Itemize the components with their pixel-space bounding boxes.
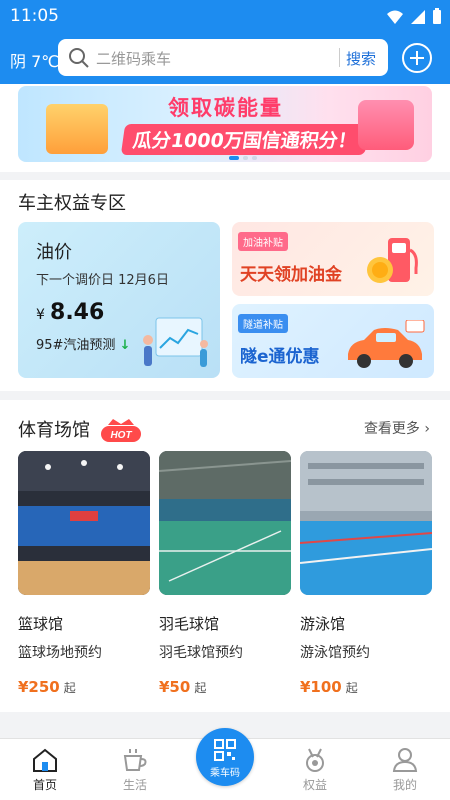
banner-headline: 领取碳能量 — [168, 96, 283, 120]
arrow-down-icon: ↓ — [119, 338, 131, 353]
section-title-venues: 体育场馆 — [18, 420, 90, 441]
oil-currency: ¥ — [36, 307, 45, 323]
hot-badge: HOT — [101, 419, 141, 442]
venue-price-value: ¥250 — [18, 678, 60, 696]
coffee-cup-icon — [123, 749, 147, 771]
venue-price: ¥250 起 — [18, 678, 150, 696]
oil-price-card[interactable]: 油价 下一个调价日 12月6日 ¥ 8.46 95#汽油预测 ↓ — [18, 222, 220, 378]
view-more-link[interactable]: 查看更多 › — [364, 418, 430, 438]
rights-section: 车主权益专区 油价 下一个调价日 12月6日 ¥ 8.46 95#汽油预测 ↓ … — [0, 180, 450, 391]
tab-mine-label: 我的 — [392, 778, 417, 792]
signal-icon — [411, 9, 425, 24]
search-bar[interactable]: 二维码乘车 搜索 — [58, 39, 388, 76]
venue-name: 羽毛球馆 — [159, 615, 220, 633]
status-time: 11:05 — [10, 6, 59, 26]
venue-card-basketball[interactable]: 篮球馆 篮球场地预约 ¥250 起 — [18, 451, 150, 696]
qr-code-icon — [214, 739, 236, 761]
system-icons — [386, 8, 442, 25]
venue-card-swimming[interactable]: 游泳馆 游泳馆预约 ¥100 起 — [300, 451, 432, 696]
tab-home[interactable]: 首页 — [15, 747, 75, 793]
tab-mine[interactable]: 我的 — [375, 747, 435, 793]
venue-price-value: ¥50 — [159, 678, 191, 696]
carousel-dot — [252, 156, 257, 160]
tunnel-subsidy-text: 隧e通优惠 — [240, 347, 320, 367]
ride-code-button[interactable]: 乘车码 — [196, 728, 254, 786]
tab-benefits[interactable]: 权益 — [285, 747, 345, 793]
search-button[interactable]: 搜索 — [346, 48, 376, 69]
banner-subline: 瓜分1000万国信通积分！ — [120, 124, 370, 155]
venue-price-unit: 起 — [345, 681, 358, 695]
tunnel-subsidy-tag: 隧道补贴 — [238, 314, 288, 333]
search-divider — [339, 48, 340, 67]
home-icon — [33, 748, 57, 772]
swimming-pool-photo — [300, 451, 432, 595]
promo-banner[interactable]: 领取碳能量 瓜分1000万国信通积分！ — [18, 86, 432, 162]
oil-forecast: 95#汽油预测 ↓ — [36, 334, 130, 353]
gift-box-illustration — [46, 104, 108, 154]
fuel-subsidy-card[interactable]: 加油补贴 天天领加油金 — [232, 222, 434, 296]
ride-code-label: 乘车码 — [210, 768, 240, 779]
carousel-dots — [229, 156, 257, 160]
add-button[interactable] — [402, 43, 432, 73]
oil-title: 油价 — [36, 242, 72, 263]
venue-price-unit: 起 — [63, 681, 76, 695]
venue-price: ¥100 起 — [300, 678, 432, 696]
venue-price-value: ¥100 — [300, 678, 342, 696]
shopping-cart-illustration — [358, 100, 414, 150]
fuel-subsidy-tag: 加油补贴 — [238, 232, 288, 251]
carousel-dot-active — [229, 156, 239, 160]
car-icon — [348, 320, 425, 368]
venue-desc: 篮球场地预约 — [18, 645, 102, 661]
medal-icon — [306, 748, 324, 772]
search-icon — [69, 48, 89, 68]
section-title-rights: 车主权益专区 — [18, 193, 126, 214]
tab-home-label: 首页 — [32, 778, 57, 792]
user-icon — [392, 748, 418, 772]
carousel-dot — [243, 156, 248, 160]
battery-icon — [433, 8, 441, 24]
chart-board-illustration — [143, 317, 208, 367]
wifi-icon — [387, 10, 403, 24]
venue-name: 篮球馆 — [18, 615, 64, 633]
basketball-court-photo — [18, 451, 150, 595]
tunnel-subsidy-card[interactable]: 隧道补贴 隧e通优惠 — [232, 304, 434, 378]
oil-next-adjust: 下一个调价日 12月6日 — [36, 273, 169, 288]
oil-forecast-label: 95#汽油预测 — [36, 338, 116, 353]
venue-desc: 羽毛球馆预约 — [159, 645, 243, 661]
search-input[interactable]: 二维码乘车 — [96, 48, 171, 69]
venue-price-unit: 起 — [194, 681, 207, 695]
venue-desc: 游泳馆预约 — [300, 645, 370, 661]
bottom-tab-bar: 首页 生活 乘车码 权益 我的 — [0, 728, 450, 800]
fuel-subsidy-text: 天天领加油金 — [240, 265, 342, 285]
fuel-pump-icon — [367, 238, 418, 283]
oil-price-value: 8.46 — [50, 300, 105, 325]
oil-price: ¥ 8.46 — [36, 300, 104, 325]
tab-benefits-label: 权益 — [302, 778, 327, 792]
weather-label[interactable]: 阴 7℃ — [10, 48, 59, 72]
venues-section: 体育场馆 HOT 查看更多 › 篮球馆 篮球场地预约 ¥250 起 羽毛球馆 羽… — [0, 400, 450, 712]
banner-section: 领取碳能量 瓜分1000万国信通积分！ — [0, 84, 450, 172]
view-more-label: 查看更多 — [363, 421, 420, 437]
tab-life[interactable]: 生活 — [105, 747, 165, 793]
tab-life-label: 生活 — [122, 778, 147, 792]
top-bar: 阴 7℃ 二维码乘车 搜索 — [0, 32, 450, 84]
chevron-right-icon: › — [424, 421, 430, 437]
venue-price: ¥50 起 — [159, 678, 291, 696]
badminton-court-photo — [159, 451, 291, 595]
hot-badge-text: HOT — [110, 430, 132, 441]
venue-card-badminton[interactable]: 羽毛球馆 羽毛球馆预约 ¥50 起 — [159, 451, 291, 696]
status-bar: 11:05 — [0, 0, 450, 32]
venue-name: 游泳馆 — [300, 615, 346, 633]
